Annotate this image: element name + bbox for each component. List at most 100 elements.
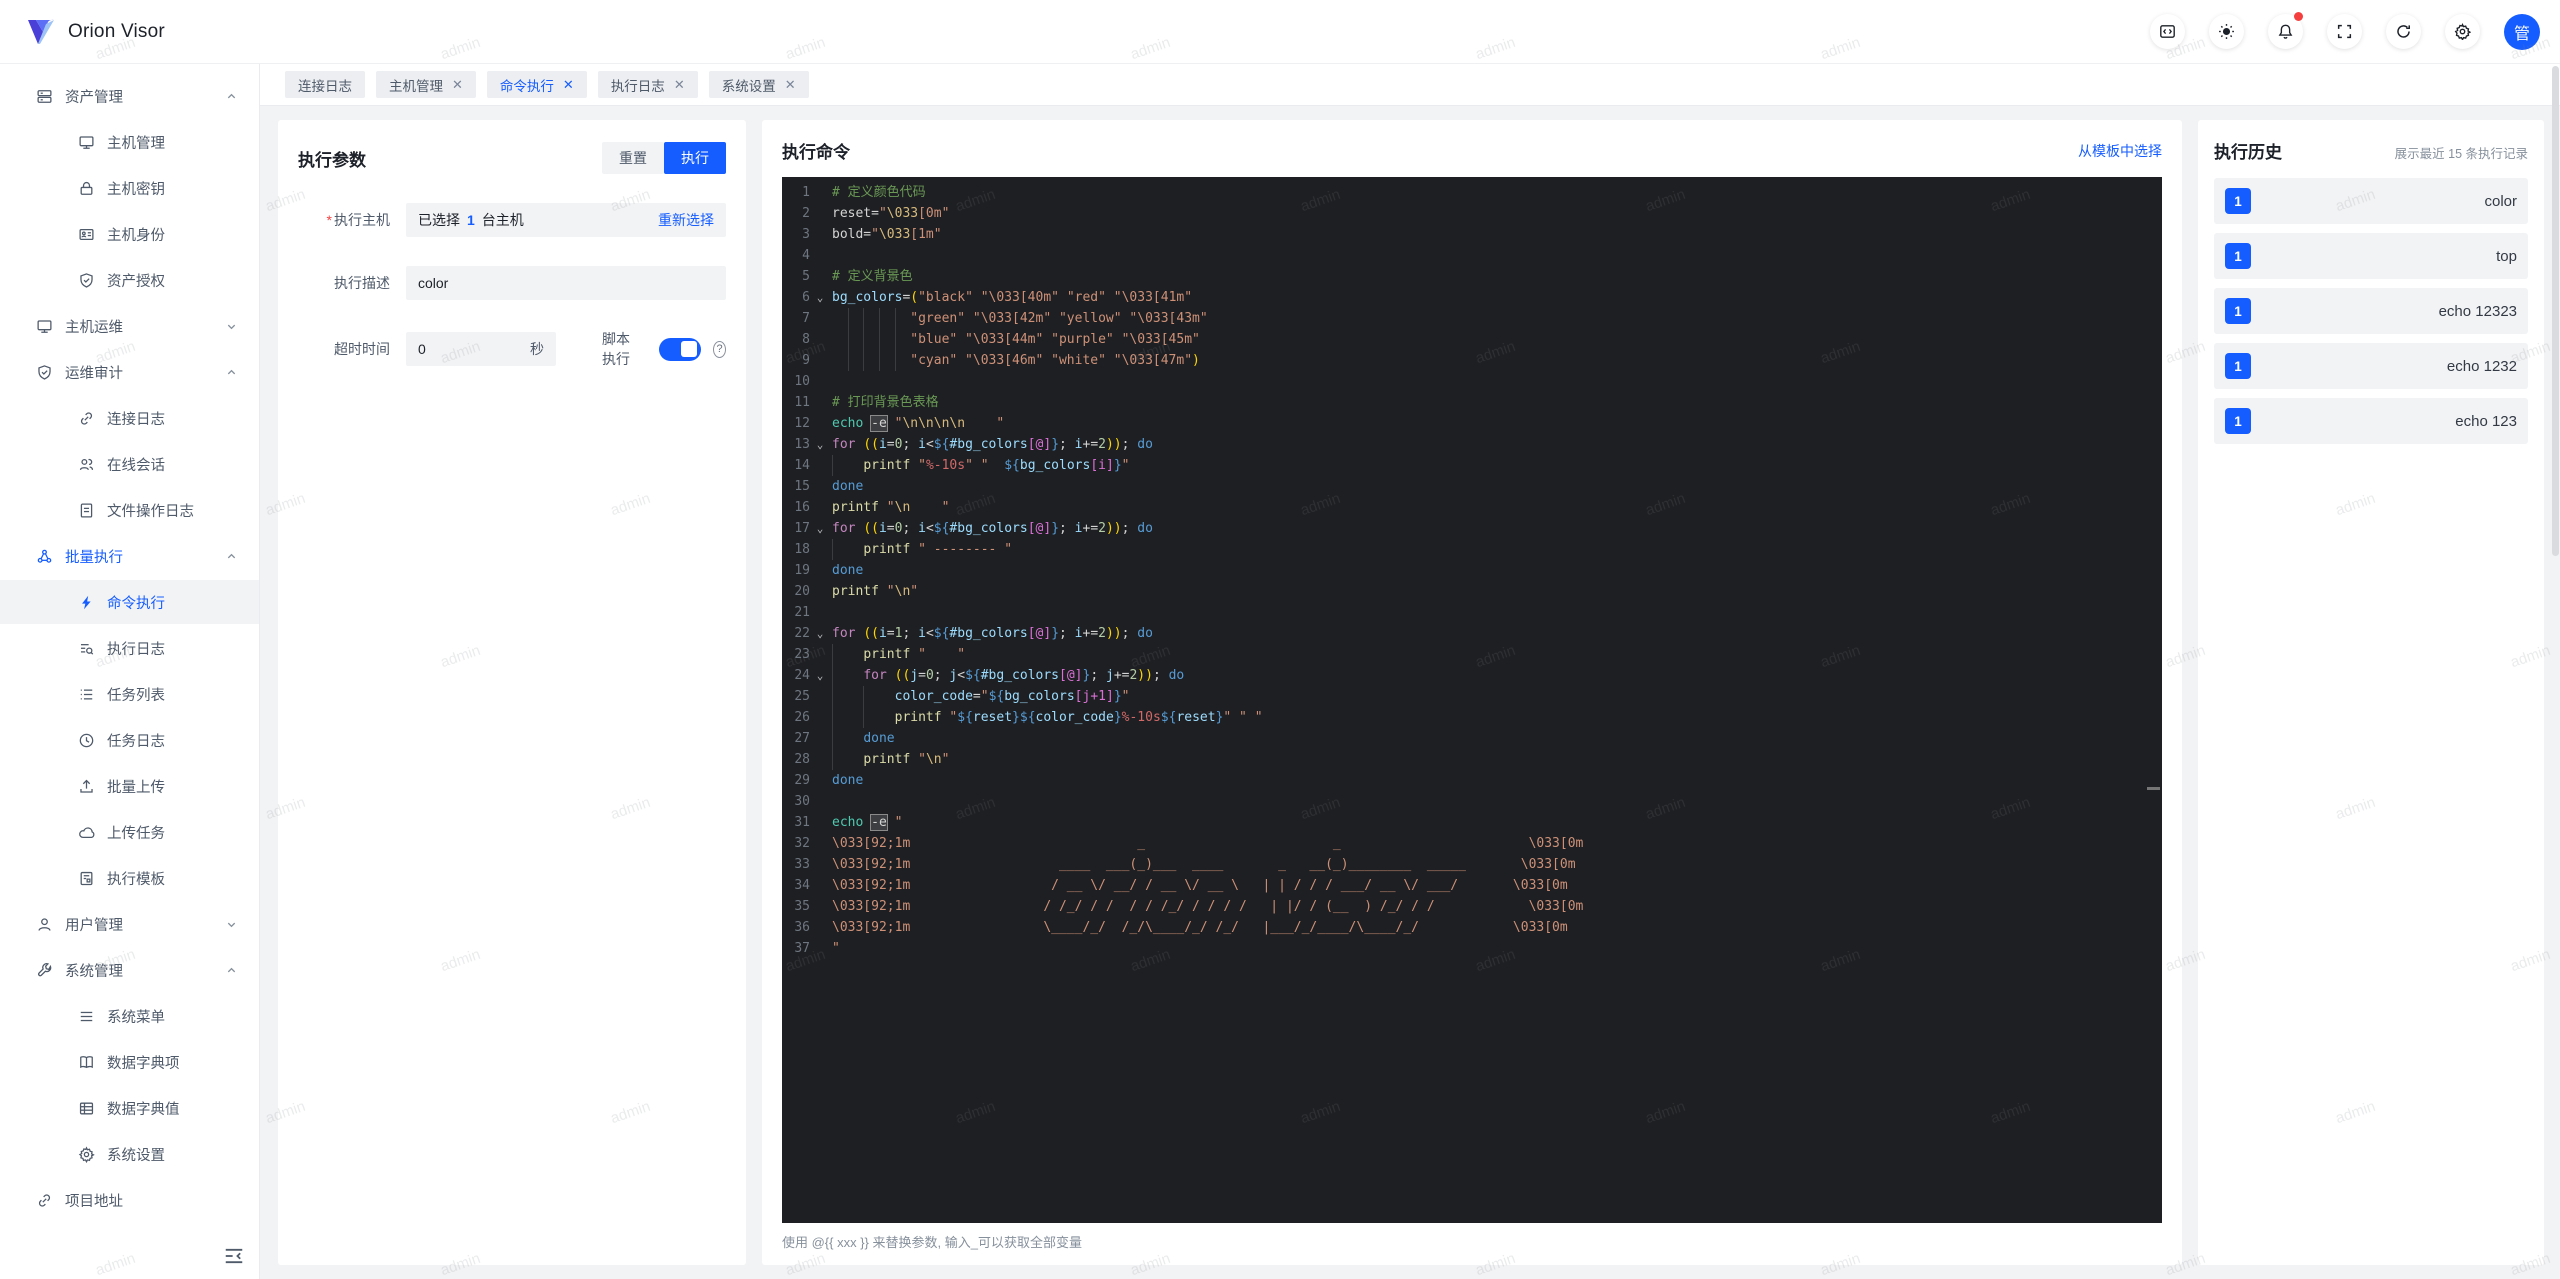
history-item[interactable]: 1 color <box>2214 178 2528 224</box>
reset-button[interactable]: 重置 <box>602 142 664 174</box>
sidebar-item-主机密钥[interactable]: 主机密钥 <box>0 166 259 210</box>
history-item[interactable]: 1 echo 1232 <box>2214 343 2528 389</box>
editor-line[interactable]: 31 echo -e " <box>782 812 2162 833</box>
sidebar-item-批量执行[interactable]: 批量执行 <box>0 534 259 578</box>
reselect-hosts-link[interactable]: 重新选择 <box>658 210 714 230</box>
tab-连接日志[interactable]: 连接日志 <box>285 71 365 98</box>
selected-hosts-box[interactable]: 已选择 1 台主机 重新选择 <box>406 203 726 237</box>
fold-chevron-icon[interactable]: ⌄ <box>810 287 830 308</box>
editor-line[interactable]: 19 done <box>782 560 2162 581</box>
editor-line[interactable]: 20 printf "\n" <box>782 581 2162 602</box>
sidebar-item-运维审计[interactable]: 运维审计 <box>0 350 259 394</box>
code-window-icon[interactable] <box>2150 14 2185 49</box>
sidebar-item-执行模板[interactable]: 执行模板 <box>0 856 259 900</box>
editor-line[interactable]: 16 printf "\n " <box>782 497 2162 518</box>
user-avatar[interactable]: 管 <box>2504 13 2540 50</box>
fold-chevron-icon[interactable]: ⌄ <box>810 434 830 455</box>
editor-line[interactable]: 15 done <box>782 476 2162 497</box>
sidebar-item-主机运维[interactable]: 主机运维 <box>0 304 259 348</box>
sidebar-item-系统菜单[interactable]: 系统菜单 <box>0 994 259 1038</box>
sidebar-item-数据字典值[interactable]: 数据字典值 <box>0 1086 259 1130</box>
theme-icon[interactable] <box>2209 14 2244 49</box>
sidebar-item-用户管理[interactable]: 用户管理 <box>0 902 259 946</box>
sidebar-item-批量上传[interactable]: 批量上传 <box>0 764 259 808</box>
notification-bell-icon[interactable] <box>2268 12 2303 49</box>
editor-line[interactable]: 12 echo -e "\n\n\n\n " <box>782 413 2162 434</box>
editor-line[interactable]: 3 bold="\033[1m" <box>782 224 2162 245</box>
sidebar-item-项目地址[interactable]: 项目地址 <box>0 1178 259 1222</box>
history-item[interactable]: 1 top <box>2214 233 2528 279</box>
sidebar-item-上传任务[interactable]: 上传任务 <box>0 810 259 854</box>
history-item[interactable]: 1 echo 12323 <box>2214 288 2528 334</box>
editor-line[interactable]: 22 ⌄ for ((i=1; i<${#bg_colors[@]}; i+=2))… <box>782 623 2162 644</box>
tab-close-icon[interactable]: ✕ <box>452 77 463 93</box>
sidebar-item-数据字典项[interactable]: 数据字典项 <box>0 1040 259 1084</box>
sidebar-item-主机身份[interactable]: 主机身份 <box>0 212 259 256</box>
tab-close-icon[interactable]: ✕ <box>563 77 574 93</box>
tab-执行日志[interactable]: 执行日志 ✕ <box>597 71 698 98</box>
tab-主机管理[interactable]: 主机管理 ✕ <box>376 71 476 98</box>
editor-line[interactable]: 33 \033[92;1m ____ ___(_)___ ____ _ __(_)… <box>782 854 2162 875</box>
fold-chevron-icon[interactable]: ⌄ <box>810 623 830 644</box>
editor-line[interactable]: 29 done <box>782 770 2162 791</box>
editor-line[interactable]: 28 printf "\n" <box>782 749 2162 770</box>
editor-line[interactable]: 18 printf " -------- " <box>782 539 2162 560</box>
editor-line[interactable]: 25 color_code="${bg_colors[j+1]}" <box>782 686 2162 707</box>
sidebar-item-文件操作日志[interactable]: 文件操作日志 <box>0 488 259 532</box>
description-input[interactable]: color <box>406 266 726 300</box>
sidebar-item-系统管理[interactable]: 系统管理 <box>0 948 259 992</box>
history-item[interactable]: 1 echo 123 <box>2214 398 2528 444</box>
timeout-input[interactable]: 0 秒 <box>406 332 556 366</box>
tab-close-icon[interactable]: ✕ <box>674 77 685 93</box>
editor-line[interactable]: 4 <box>782 245 2162 266</box>
sidebar-collapse-icon[interactable] <box>223 1245 245 1267</box>
script-exec-toggle[interactable] <box>659 337 702 361</box>
editor-line[interactable]: 10 <box>782 371 2162 392</box>
editor-line[interactable]: 26 printf "${reset}${color_code}%-10s${r… <box>782 707 2162 728</box>
editor-line[interactable]: 34 \033[92;1m / __ \/ __/ / __ \/ __ \ | … <box>782 875 2162 896</box>
sidebar-item-在线会话[interactable]: 在线会话 <box>0 442 259 486</box>
sidebar-item-执行日志[interactable]: 执行日志 <box>0 626 259 670</box>
editor-line[interactable]: 23 printf " " <box>782 644 2162 665</box>
editor-line[interactable]: 35 \033[92;1m / /_/ / / / / /_/ / / / / |… <box>782 896 2162 917</box>
editor-line[interactable]: 36 \033[92;1m \____/_/ /_/\____/_/ /_/ |_… <box>782 917 2162 938</box>
sidebar-item-系统设置[interactable]: 系统设置 <box>0 1132 259 1176</box>
editor-line[interactable]: 5 # 定义背景色 <box>782 266 2162 287</box>
fullscreen-icon[interactable] <box>2327 14 2362 49</box>
sidebar-item-连接日志[interactable]: 连接日志 <box>0 396 259 440</box>
tab-命令执行[interactable]: 命令执行 ✕ <box>486 71 587 98</box>
editor-line[interactable]: 11 # 打印背景色表格 <box>782 392 2162 413</box>
editor-line[interactable]: 21 <box>782 602 2162 623</box>
select-from-template-link[interactable]: 从模板中选择 <box>2078 141 2162 161</box>
run-button[interactable]: 执行 <box>664 142 726 174</box>
code-editor[interactable]: 1 # 定义颜色代码 2 reset="\033[0m" 3 bold="\033[1m"… <box>782 177 2162 1223</box>
editor-line[interactable]: 6 ⌄ bg_colors=("black" "\033[40m" "red" "\… <box>782 287 2162 308</box>
sidebar-item-命令执行[interactable]: 命令执行 <box>0 580 259 624</box>
editor-line[interactable]: 24 ⌄ for ((j=0; j<${#bg_colors[@]}; j+=2)… <box>782 665 2162 686</box>
editor-line[interactable]: 14 printf "%-10s" " ${bg_colors[i]}" <box>782 455 2162 476</box>
editor-line[interactable]: 7 "green" "\033[42m" "yellow" "\033[43m" <box>782 308 2162 329</box>
fold-chevron-icon[interactable]: ⌄ <box>810 665 830 686</box>
editor-line[interactable]: 9 "cyan" "\033[46m" "white" "\033[47m") <box>782 350 2162 371</box>
editor-line[interactable]: 17 ⌄ for ((i=0; i<${#bg_colors[@]}; i+=2))… <box>782 518 2162 539</box>
sidebar-item-主机管理[interactable]: 主机管理 <box>0 120 259 164</box>
editor-line[interactable]: 1 # 定义颜色代码 <box>782 182 2162 203</box>
editor-line[interactable]: 37 " <box>782 938 2162 959</box>
editor-line[interactable]: 13 ⌄ for ((i=0; i<${#bg_colors[@]}; i+=2))… <box>782 434 2162 455</box>
tab-系统设置[interactable]: 系统设置 ✕ <box>708 71 809 98</box>
tab-close-icon[interactable]: ✕ <box>785 77 796 93</box>
sidebar-item-任务列表[interactable]: 任务列表 <box>0 672 259 716</box>
page-scrollbar[interactable] <box>2552 66 2559 1275</box>
settings-gear-icon[interactable] <box>2445 14 2480 49</box>
editor-line[interactable]: 32 \033[92;1m _ _ \033[0m <box>782 833 2162 854</box>
editor-line[interactable]: 27 done <box>782 728 2162 749</box>
sidebar-item-资产授权[interactable]: 资产授权 <box>0 258 259 302</box>
sidebar-item-任务日志[interactable]: 任务日志 <box>0 718 259 762</box>
editor-line[interactable]: 8 "blue" "\033[44m" "purple" "\033[45m" <box>782 329 2162 350</box>
fold-chevron-icon[interactable]: ⌄ <box>810 518 830 539</box>
page-scrollbar-thumb[interactable] <box>2552 66 2559 556</box>
refresh-icon[interactable] <box>2386 14 2421 49</box>
sidebar-item-资产管理[interactable]: 资产管理 <box>0 74 259 118</box>
editor-line[interactable]: 30 <box>782 791 2162 812</box>
help-icon[interactable]: ? <box>713 340 726 358</box>
